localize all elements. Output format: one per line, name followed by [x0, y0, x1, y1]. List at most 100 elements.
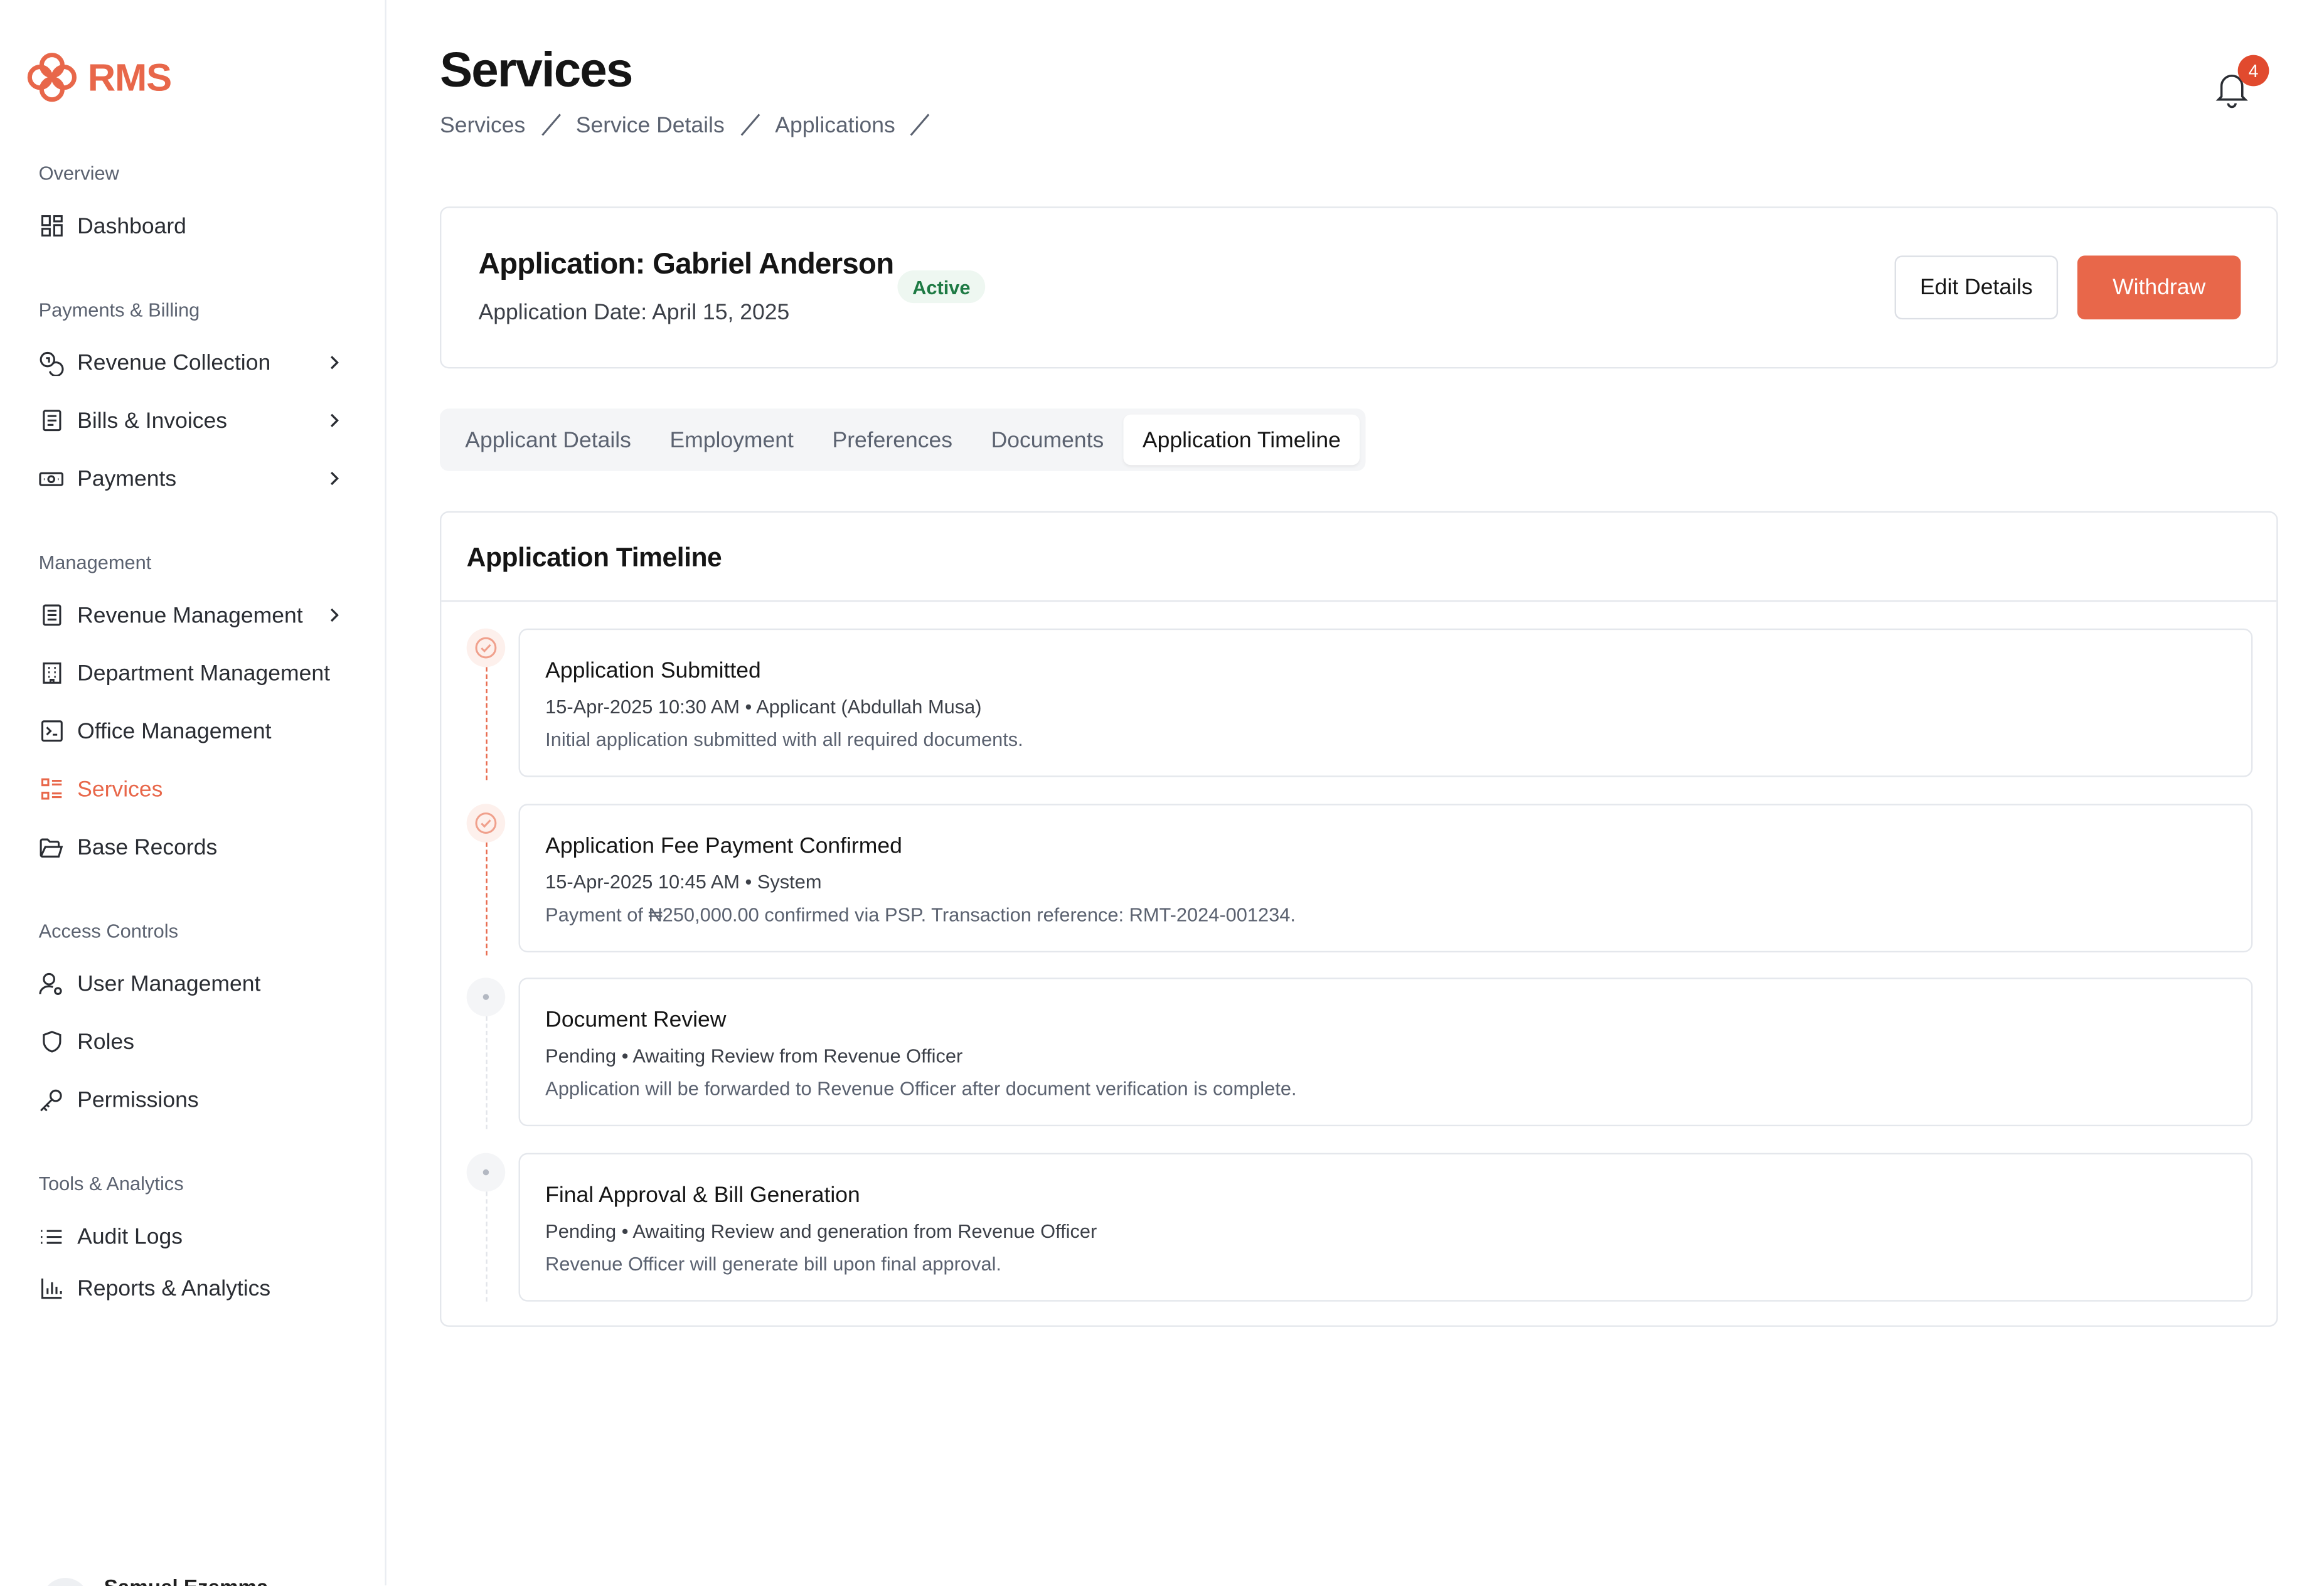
dashboard-icon: [39, 213, 64, 238]
tab-application-timeline[interactable]: Application Timeline: [1123, 414, 1360, 466]
receipt-icon: [39, 408, 64, 433]
folder-icon: [39, 834, 64, 860]
sidebar-item-revenue-management[interactable]: Revenue Management: [39, 596, 351, 635]
timeline-event: Document Review Pending • Awaiting Revie…: [518, 977, 2253, 1127]
breadcrumb-item-services[interactable]: Services: [440, 112, 525, 137]
sidebar-item-permissions[interactable]: Permissions: [39, 1080, 351, 1119]
sidebar-item-label: Services: [77, 776, 163, 802]
event-description: Revenue Officer will generate bill upon …: [545, 1252, 1001, 1275]
breadcrumb-item-service-details[interactable]: Service Details: [576, 112, 725, 137]
timeline-node-complete: [466, 804, 506, 843]
bar-chart-icon: [39, 1275, 64, 1301]
terminal-icon: [39, 718, 64, 743]
breadcrumb: Services Service Details Applications: [440, 112, 946, 139]
shield-icon: [39, 1029, 64, 1054]
timeline-header: Application Timeline: [441, 513, 2277, 602]
rms-logo-icon: [27, 53, 77, 102]
timeline-card: Application Timeline Application Submitt…: [440, 511, 2278, 1327]
tab-preferences[interactable]: Preferences: [813, 415, 972, 466]
nav-section-management: Management: [38, 551, 152, 574]
timeline-connector: [486, 1191, 488, 1302]
check-circle-icon: [475, 812, 497, 834]
sidebar-item-reports-analytics[interactable]: Reports & Analytics: [39, 1269, 351, 1308]
sidebar-item-department-management[interactable]: Department Management: [39, 654, 351, 693]
list-bullet-icon: [39, 1223, 64, 1248]
application-title: Application: Gabriel Anderson: [478, 248, 895, 281]
nav-section-access-controls: Access Controls: [38, 919, 179, 942]
application-date: Application Date: April 15, 2025: [478, 300, 790, 326]
sidebar-item-revenue-collection[interactable]: Revenue Collection: [39, 343, 351, 382]
edit-details-button[interactable]: Edit Details: [1894, 255, 2059, 320]
slash-separator-icon: [910, 114, 930, 136]
pending-dot-icon: [482, 1169, 489, 1176]
event-title: Application Fee Payment Confirmed: [545, 833, 902, 859]
sidebar-item-label: Reports & Analytics: [77, 1275, 271, 1301]
sidebar-item-label: Dashboard: [77, 213, 186, 239]
nav-section-tools-analytics: Tools & Analytics: [38, 1172, 184, 1195]
chevron-right-icon: [330, 608, 339, 622]
tab-applicant-details[interactable]: Applicant Details: [445, 415, 650, 466]
timeline-heading: Application Timeline: [466, 542, 722, 572]
building-icon: [39, 661, 64, 686]
sidebar-item-dashboard[interactable]: Dashboard: [39, 206, 351, 245]
tab-employment[interactable]: Employment: [651, 415, 813, 466]
nav-section-payments: Payments & Billing: [38, 299, 200, 321]
sidebar-item-payments[interactable]: Payments: [39, 459, 351, 498]
sidebar-item-label: Revenue Management: [77, 602, 303, 628]
sidebar-item-label: Department Management: [77, 660, 330, 686]
sidebar-item-services[interactable]: Services: [39, 770, 351, 809]
event-meta: 15-Apr-2025 10:45 AM • System: [545, 870, 822, 893]
status-badge: Active: [897, 270, 986, 304]
sidebar-item-label: Office Management: [77, 718, 272, 744]
timeline-node-pending: [466, 1152, 506, 1192]
avatar[interactable]: [41, 1578, 90, 1586]
timeline-event: Final Approval & Bill Generation Pending…: [518, 1152, 2253, 1302]
event-meta: 15-Apr-2025 10:30 AM • Applicant (Abdull…: [545, 695, 982, 718]
sidebar-item-user-management[interactable]: User Management: [39, 964, 351, 1003]
sidebar-item-label: Base Records: [77, 834, 218, 860]
sidebar-item-label: Audit Logs: [77, 1223, 183, 1249]
breadcrumb-item-applications[interactable]: Applications: [775, 112, 895, 137]
timeline-event: Application Fee Payment Confirmed 15-Apr…: [518, 804, 2253, 953]
timeline-event: Application Submitted 15-Apr-2025 10:30 …: [518, 628, 2253, 777]
sidebar-item-label: User Management: [77, 971, 261, 996]
document-icon: [39, 602, 64, 627]
user-gear-icon: [39, 971, 64, 996]
event-meta: Pending • Awaiting Review and generation…: [545, 1220, 1097, 1242]
pending-dot-icon: [482, 994, 489, 1000]
logo[interactable]: RMS: [25, 51, 172, 104]
app-root: RMS Overview Dashboard Payments & Billin…: [0, 0, 2324, 1586]
sidebar-item-label: Bills & Invoices: [77, 408, 228, 434]
slash-separator-icon: [740, 114, 760, 136]
user-name: Samuel Ezemma: [104, 1575, 269, 1586]
timeline-connector: [486, 667, 488, 780]
check-circle-icon: [475, 637, 497, 659]
withdraw-button[interactable]: Withdraw: [2077, 255, 2241, 320]
tab-documents[interactable]: Documents: [972, 415, 1123, 466]
slash-separator-icon: [541, 114, 560, 136]
sidebar-item-office-management[interactable]: Office Management: [39, 711, 351, 750]
sidebar-item-bills-invoices[interactable]: Bills & Invoices: [39, 401, 351, 440]
sidebar-item-audit-logs[interactable]: Audit Logs: [39, 1217, 351, 1256]
sidebar: RMS Overview Dashboard Payments & Billin…: [0, 0, 386, 1586]
event-title: Document Review: [545, 1007, 727, 1033]
notification-badge: 4: [2237, 55, 2269, 87]
nav-section-overview: Overview: [38, 162, 119, 184]
application-card: Application: Gabriel Anderson Applicatio…: [440, 206, 2278, 369]
event-meta: Pending • Awaiting Review from Revenue O…: [545, 1044, 963, 1067]
page-title: Services: [440, 41, 633, 97]
tab-bar: Applicant Details Employment Preferences…: [440, 408, 1367, 471]
event-title: Application Submitted: [545, 658, 761, 684]
sidebar-item-label: Payments: [77, 466, 177, 491]
banknote-icon: [39, 466, 64, 491]
event-description: Payment of ₦250,000.00 confirmed via PSP…: [545, 903, 1296, 926]
key-icon: [39, 1087, 64, 1112]
list-icon: [39, 776, 64, 801]
sidebar-item-base-records[interactable]: Base Records: [39, 828, 351, 866]
chevron-right-icon: [330, 471, 339, 486]
timeline-node-pending: [466, 977, 506, 1016]
sidebar-item-roles[interactable]: Roles: [39, 1022, 351, 1061]
sidebar-item-label: Roles: [77, 1029, 134, 1055]
timeline-node-complete: [466, 628, 506, 668]
chevron-right-icon: [330, 356, 339, 370]
